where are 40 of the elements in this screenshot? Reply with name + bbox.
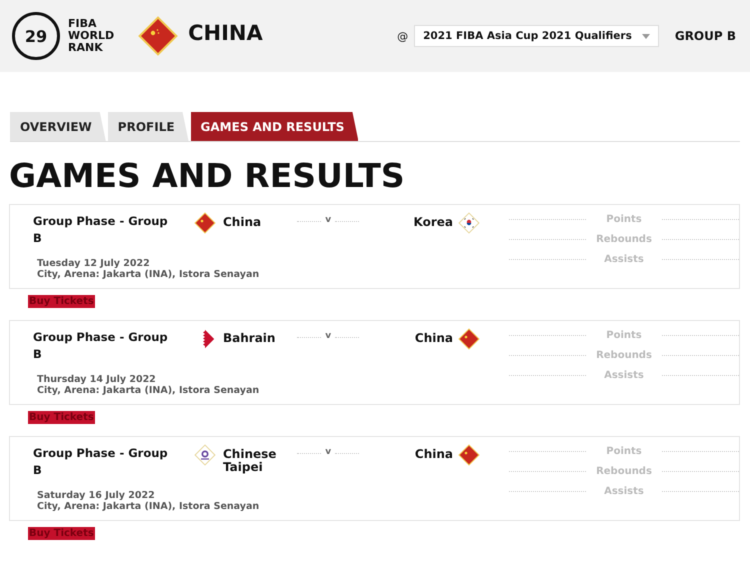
team-name: Chinese Taipei [223,446,278,474]
game-venue: City, Arena: Jakarta (INA), Istora Senayan [37,385,260,396]
tab[interactable]: OVERVIEW [10,112,106,141]
stat-label: Assists [603,370,645,381]
game-phase: Group Phase - Group B [33,329,169,363]
game-date: Thursday 14 July 2022 [37,374,157,385]
team-name: China [223,214,262,229]
game-venue: City, Arena: Jakarta (INA), Istora Senayan [37,269,260,280]
competition-dropdown[interactable]: 2021 FIBA Asia Cup 2021 Qualifiers [414,25,659,47]
versus-label: v [325,331,332,341]
stat-label: Rebounds [595,466,653,477]
at-label: @ [397,30,408,42]
game-date: Tuesday 12 July 2022 [37,258,151,269]
caret-icon [642,34,650,38]
stat-label: Rebounds [595,350,653,361]
rank-label: WORLD [68,30,114,42]
team-name: China [414,446,453,461]
team-name: CHINA [188,21,263,45]
stat-label: Rebounds [595,234,653,245]
rank-label: FIBA [68,18,98,30]
group-label: GROUP B [674,29,736,43]
rank-badge: 29 [12,12,60,60]
rank-label: RANK [68,42,104,54]
page-title: GAMES AND RESULTS [9,155,406,197]
team-name: Bahrain [223,330,276,345]
game-phase: Group Phase - Group B [33,445,169,479]
versus-label: v [325,447,332,457]
stat-label: Points [605,330,643,341]
versus-label: v [325,215,332,225]
game-phase: Group Phase - Group B [33,213,169,247]
stat-label: Points [605,214,643,225]
stat-label: Assists [603,486,645,497]
game-venue: City, Arena: Jakarta (INA), Istora Senayan [37,501,260,512]
game-date: Saturday 16 July 2022 [37,490,156,501]
tab[interactable]: PROFILE [108,112,189,141]
stat-label: Points [605,446,643,457]
tab[interactable]: GAMES AND RESULTS [190,112,358,141]
team-name: Korea [414,214,453,229]
team-name: China [414,330,453,345]
stat-label: Assists [603,254,645,265]
